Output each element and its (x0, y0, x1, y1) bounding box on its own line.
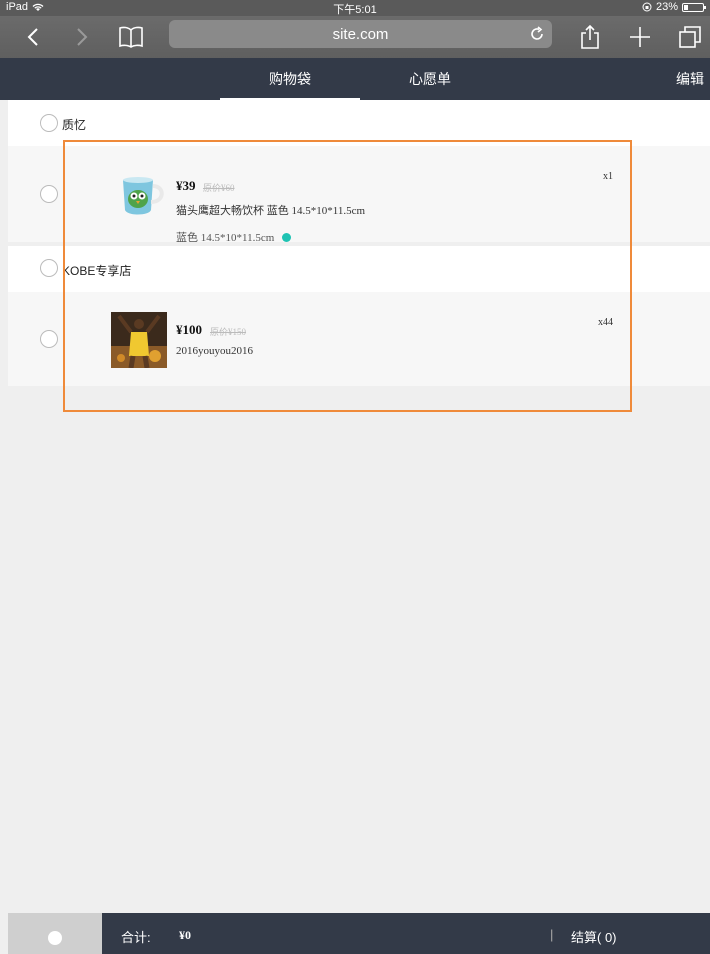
store-name: KOBE专享店 (62, 264, 132, 278)
address-bar[interactable]: site.com (169, 20, 552, 48)
checkout-bar: 合计: ¥0 | 结算( 0) (8, 913, 710, 954)
tabs-icon (679, 26, 701, 48)
edit-button[interactable]: 编辑 (676, 58, 704, 100)
total-value: ¥0 (179, 928, 191, 942)
store-name: 质忆 (62, 118, 87, 132)
cart-item: ¥39 原价¥60 猫头鹰超大畅饮杯 蓝色 14.5*10*11.5cm 蓝色 … (8, 146, 710, 245)
bookmarks-button[interactable] (116, 22, 146, 52)
chevron-left-icon (27, 28, 38, 46)
checkout-button[interactable]: 结算( 0) (571, 927, 617, 946)
battery-percent: 23% (655, 1, 678, 13)
battery-icon (682, 2, 706, 12)
original-price: 原价¥60 (203, 183, 235, 193)
item-quantity: x1 (603, 171, 613, 182)
product-thumbnail[interactable] (111, 166, 167, 222)
back-button[interactable] (18, 22, 48, 52)
separator: | (550, 927, 554, 942)
tabs-button[interactable] (675, 22, 705, 52)
cart-header: 购物袋 心愿单 编辑 (0, 58, 710, 100)
store-header: KOBE专享店 (8, 246, 710, 292)
status-bar: iPad 下午5:01 23% (0, 0, 710, 16)
original-price: 原价¥150 (210, 327, 247, 337)
clock: 下午5:01 (333, 4, 377, 16)
cart-item: ¥100 原价¥150 2016youyou2016 x44 (8, 292, 710, 386)
store-header: 质忆 (8, 100, 710, 146)
tab-wishlist[interactable]: 心愿单 (360, 58, 500, 100)
store-select-checkbox[interactable] (40, 259, 58, 277)
browser-toolbar: site.com (0, 16, 710, 58)
item-price: ¥39 (176, 178, 196, 193)
product-thumbnail[interactable] (111, 312, 167, 368)
select-all-toggle[interactable] (8, 913, 102, 954)
book-icon (119, 26, 143, 48)
item-spec-text: 蓝色 14.5*10*11.5cm (176, 232, 275, 244)
url-text: site.com (332, 26, 389, 43)
plus-icon (630, 27, 650, 47)
forward-button[interactable] (67, 22, 97, 52)
store-select-checkbox[interactable] (40, 114, 58, 132)
rotation-lock-icon (642, 2, 652, 12)
item-title: 2016youyou2016 (176, 345, 253, 357)
share-icon (581, 24, 599, 49)
chevron-right-icon (77, 28, 88, 46)
share-button[interactable] (575, 22, 605, 52)
item-title: 猫头鹰超大畅饮杯 蓝色 14.5*10*11.5cm (176, 205, 366, 217)
item-price: ¥100 (176, 322, 202, 337)
total-label: 合计: (121, 930, 151, 945)
color-swatch (282, 232, 292, 242)
reload-icon[interactable] (528, 25, 546, 43)
tab-cart[interactable]: 购物袋 (220, 58, 360, 100)
item-select-checkbox[interactable] (40, 185, 58, 203)
item-select-checkbox[interactable] (40, 330, 58, 348)
item-quantity: x44 (598, 317, 613, 328)
item-spec: 蓝色 14.5*10*11.5cm (176, 229, 292, 245)
new-tab-button[interactable] (625, 22, 655, 52)
toggle-knob (48, 931, 62, 945)
